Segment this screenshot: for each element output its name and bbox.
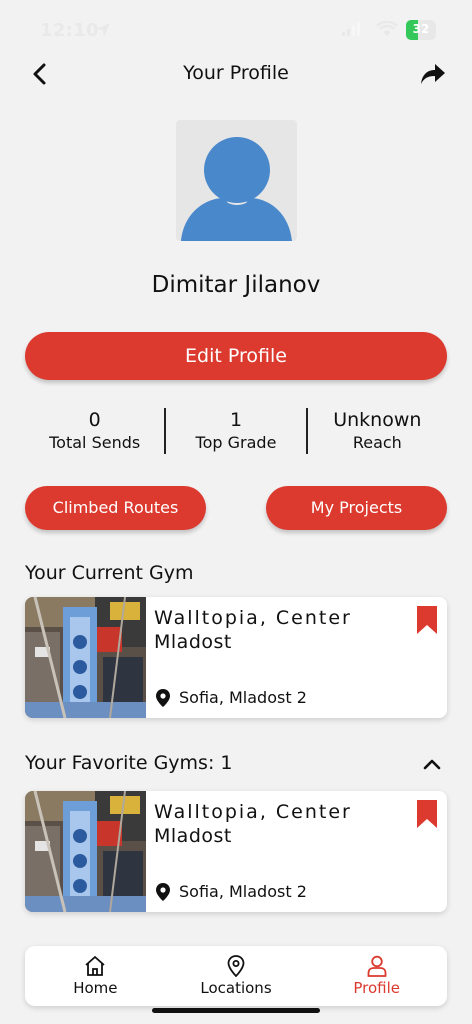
stat-label: Top Grade <box>195 433 277 452</box>
status-time: 12:10 <box>40 20 99 41</box>
edit-profile-button[interactable]: Edit Profile <box>25 332 447 380</box>
gym-location-text: Sofia, Mladost 2 <box>179 882 307 901</box>
nav-profile-label: Profile <box>353 979 400 997</box>
stats-row: 0 Total Sends 1 Top Grade Unknown Reach <box>25 408 447 456</box>
gym-name: Walltopia, Center Mladost <box>154 800 404 848</box>
gym-location: Sofia, Mladost 2 <box>156 688 307 707</box>
user-silhouette-icon <box>181 137 292 241</box>
gym-name-line2: Mladost <box>154 825 232 847</box>
status-bar: 12:10 32 <box>0 0 472 60</box>
map-pin-icon <box>156 882 170 901</box>
map-pin-icon <box>227 955 245 978</box>
gym-photo <box>25 597 146 718</box>
home-indicator <box>152 1008 320 1013</box>
stat-top-grade: 1 Top Grade <box>166 408 305 456</box>
climbed-routes-button[interactable]: Climbed Routes <box>25 486 206 530</box>
nav-home-label: Home <box>73 979 118 997</box>
header: Your Profile <box>0 56 472 92</box>
page-title: Your Profile <box>183 62 289 84</box>
user-icon <box>367 955 387 977</box>
stat-value: Unknown <box>333 409 422 431</box>
stat-value: 1 <box>229 409 243 431</box>
current-gym-card[interactable]: Walltopia, Center Mladost Sofia, Mladost… <box>25 597 447 718</box>
stat-reach: Unknown Reach <box>308 408 447 456</box>
bookmark-icon[interactable] <box>416 799 438 829</box>
nav-locations[interactable]: Locations <box>166 946 307 1006</box>
current-gym-title: Your Current Gym <box>25 562 194 584</box>
gym-name: Walltopia, Center Mladost <box>154 606 404 654</box>
signal-icon <box>342 22 360 36</box>
chevron-up-icon[interactable] <box>421 754 443 774</box>
home-icon <box>85 956 105 976</box>
profile-name: Dimitar Jilanov <box>151 272 321 298</box>
nav-locations-label: Locations <box>200 979 272 997</box>
bookmark-icon[interactable] <box>416 605 438 635</box>
gym-name-line1: Walltopia, Center <box>154 801 352 823</box>
stat-value: 0 <box>88 409 101 431</box>
location-arrow-icon <box>96 23 110 37</box>
gym-name-line1: Walltopia, Center <box>154 607 352 629</box>
battery-level: 32 <box>412 22 430 36</box>
favorite-gyms-title: Your Favorite Gyms: 1 <box>25 752 233 774</box>
avatar[interactable] <box>176 120 297 241</box>
gym-location: Sofia, Mladost 2 <box>156 882 307 901</box>
share-arrow-icon[interactable] <box>418 60 448 88</box>
stat-label: Total Sends <box>49 433 141 452</box>
my-projects-button[interactable]: My Projects <box>266 486 447 530</box>
gym-photo <box>25 791 146 912</box>
stat-total-sends: 0 Total Sends <box>25 408 164 456</box>
nav-profile[interactable]: Profile <box>306 946 447 1006</box>
nav-home[interactable]: Home <box>25 946 166 1006</box>
gym-location-text: Sofia, Mladost 2 <box>179 688 307 707</box>
map-pin-icon <box>156 688 170 707</box>
stat-label: Reach <box>352 433 402 452</box>
bottom-nav: Home Locations Profile <box>25 946 447 1006</box>
favorite-gym-card[interactable]: Walltopia, Center Mladost Sofia, Mladost… <box>25 791 447 912</box>
gym-name-line2: Mladost <box>154 631 232 653</box>
wifi-icon <box>376 21 398 36</box>
battery-icon: 32 <box>406 20 436 40</box>
